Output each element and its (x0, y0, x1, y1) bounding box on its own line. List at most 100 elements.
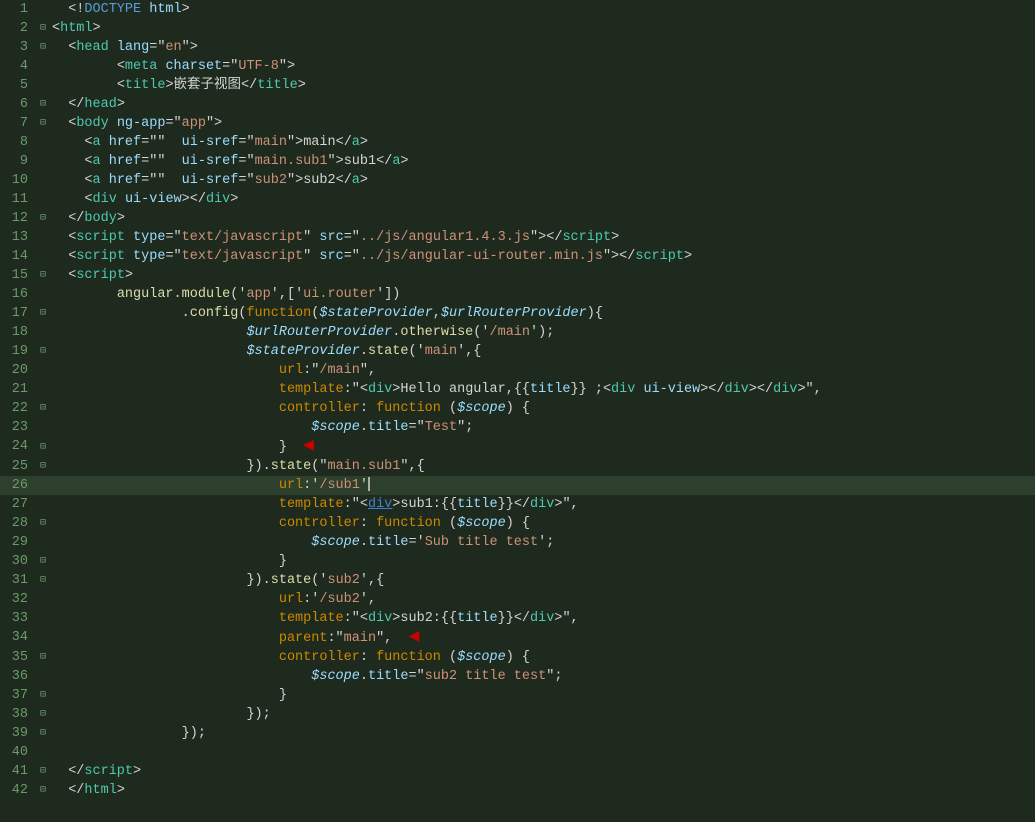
line-num-29: 29 (0, 533, 36, 552)
line-num-16: 16 (0, 285, 36, 304)
line-content-14: <script type="text/javascript" src="../j… (50, 247, 1035, 266)
line-content-34: parent:"main", ◀ (50, 628, 1035, 648)
line-num-22: 22 (0, 399, 36, 418)
code-editor[interactable]: 1 <!DOCTYPE html> 2 ⊟ <html> 3 ⊟ <head l… (0, 0, 1035, 822)
line-num-20: 20 (0, 361, 36, 380)
line-num-13: 13 (0, 228, 36, 247)
code-line-26: 26 url:'/sub1' (0, 476, 1035, 495)
code-line-6: 6 ⊟ </head> (0, 95, 1035, 114)
line-content-31: }).state('sub2',{ (50, 571, 1035, 590)
line-num-2: 2 (0, 19, 36, 38)
line-content-24: } ◀ (50, 437, 1035, 457)
line-content-20: url:"/main", (50, 361, 1035, 380)
line-num-35: 35 (0, 648, 36, 667)
code-line-27: 27 template:"<div>sub1:{{title}}</div>", (0, 495, 1035, 514)
line-content-22: controller: function ($scope) { (50, 399, 1035, 418)
line-content-8: <a href="" ui-sref="main">main</a> (50, 133, 1035, 152)
code-line-8: 8 <a href="" ui-sref="main">main</a> (0, 133, 1035, 152)
code-line-22: 22 ⊟ controller: function ($scope) { (0, 399, 1035, 418)
code-line-36: 36 $scope.title="sub2 title test"; (0, 667, 1035, 686)
line-content-23: $scope.title="Test"; (50, 418, 1035, 437)
line-num-3: 3 (0, 38, 36, 57)
code-line-9: 9 <a href="" ui-sref="main.sub1">sub1</a… (0, 152, 1035, 171)
code-line-40: 40 (0, 743, 1035, 762)
line-num-21: 21 (0, 380, 36, 399)
line-num-18: 18 (0, 323, 36, 342)
line-num-10: 10 (0, 171, 36, 190)
line-content-21: template:"<div>Hello angular,{{title}} ;… (50, 380, 1035, 399)
line-num-42: 42 (0, 781, 36, 800)
line-num-26: 26 (0, 476, 36, 495)
line-num-34: 34 (0, 628, 36, 648)
line-content-13: <script type="text/javascript" src="../j… (50, 228, 1035, 247)
line-content-19: $stateProvider.state('main',{ (50, 342, 1035, 361)
line-num-40: 40 (0, 743, 36, 762)
code-line-16: 16 angular.module('app',['ui.router']) (0, 285, 1035, 304)
line-content-33: template:"<div>sub2:{{title}}</div>", (50, 609, 1035, 628)
code-line-19: 19 ⊟ $stateProvider.state('main',{ (0, 342, 1035, 361)
line-content-38: }); (50, 705, 1035, 724)
code-line-33: 33 template:"<div>sub2:{{title}}</div>", (0, 609, 1035, 628)
code-line-12: 12 ⊟ </body> (0, 209, 1035, 228)
line-num-7: 7 (0, 114, 36, 133)
code-line-41: 41 ⊟ </script> (0, 762, 1035, 781)
line-content-6: </head> (50, 95, 1035, 114)
line-num-14: 14 (0, 247, 36, 266)
code-line-15: 15 ⊟ <script> (0, 266, 1035, 285)
line-num-28: 28 (0, 514, 36, 533)
code-line-5: 5 <title>嵌套子视图</title> (0, 76, 1035, 95)
code-line-34: 34 parent:"main", ◀ (0, 628, 1035, 648)
line-num-4: 4 (0, 57, 36, 76)
code-line-37: 37 ⊟ } (0, 686, 1035, 705)
line-num-27: 27 (0, 495, 36, 514)
line-num-32: 32 (0, 590, 36, 609)
code-line-7: 7 ⊟ <body ng-app="app"> (0, 114, 1035, 133)
line-content-42: </html> (50, 781, 1035, 800)
line-num-36: 36 (0, 667, 36, 686)
line-num-33: 33 (0, 609, 36, 628)
code-line-14: 14 <script type="text/javascript" src=".… (0, 247, 1035, 266)
line-content-41: </script> (50, 762, 1035, 781)
line-content-26: url:'/sub1' (50, 476, 1035, 495)
code-line-17: 17 ⊟ .config(function($stateProvider,$ur… (0, 304, 1035, 323)
line-content-40 (50, 743, 1035, 762)
code-line-10: 10 <a href="" ui-sref="sub2">sub2</a> (0, 171, 1035, 190)
line-num-30: 30 (0, 552, 36, 571)
code-line-11: 11 <div ui-view></div> (0, 190, 1035, 209)
line-content-16: angular.module('app',['ui.router']) (50, 285, 1035, 304)
code-line-30: 30 ⊟ } (0, 552, 1035, 571)
line-num-5: 5 (0, 76, 36, 95)
code-area: 1 <!DOCTYPE html> 2 ⊟ <html> 3 ⊟ <head l… (0, 0, 1035, 822)
line-content-39: }); (50, 724, 1035, 743)
line-content-1: <!DOCTYPE html> (50, 0, 1035, 19)
line-content-2: <html> (50, 19, 1035, 38)
line-content-15: <script> (50, 266, 1035, 285)
code-line-25: 25 ⊟ }).state("main.sub1",{ (0, 457, 1035, 476)
line-num-9: 9 (0, 152, 36, 171)
line-content-37: } (50, 686, 1035, 705)
line-num-39: 39 (0, 724, 36, 743)
line-num-24: 24 (0, 437, 36, 457)
line-content-25: }).state("main.sub1",{ (50, 457, 1035, 476)
line-content-3: <head lang="en"> (50, 38, 1035, 57)
code-line-20: 20 url:"/main", (0, 361, 1035, 380)
code-line-28: 28 ⊟ controller: function ($scope) { (0, 514, 1035, 533)
line-content-27: template:"<div>sub1:{{title}}</div>", (50, 495, 1035, 514)
line-num-31: 31 (0, 571, 36, 590)
line-num-17: 17 (0, 304, 36, 323)
code-line-13: 13 <script type="text/javascript" src=".… (0, 228, 1035, 247)
code-line-42: 42 ⊟ </html> (0, 781, 1035, 800)
line-content-36: $scope.title="sub2 title test"; (50, 667, 1035, 686)
line-content-17: .config(function($stateProvider,$urlRout… (50, 304, 1035, 323)
code-line-35: 35 ⊟ controller: function ($scope) { (0, 648, 1035, 667)
line-content-7: <body ng-app="app"> (50, 114, 1035, 133)
code-line-1: 1 <!DOCTYPE html> (0, 0, 1035, 19)
line-num-19: 19 (0, 342, 36, 361)
line-num-1: 1 (0, 0, 36, 19)
line-content-11: <div ui-view></div> (50, 190, 1035, 209)
line-num-37: 37 (0, 686, 36, 705)
line-content-28: controller: function ($scope) { (50, 514, 1035, 533)
code-line-3: 3 ⊟ <head lang="en"> (0, 38, 1035, 57)
line-content-32: url:'/sub2', (50, 590, 1035, 609)
line-content-30: } (50, 552, 1035, 571)
